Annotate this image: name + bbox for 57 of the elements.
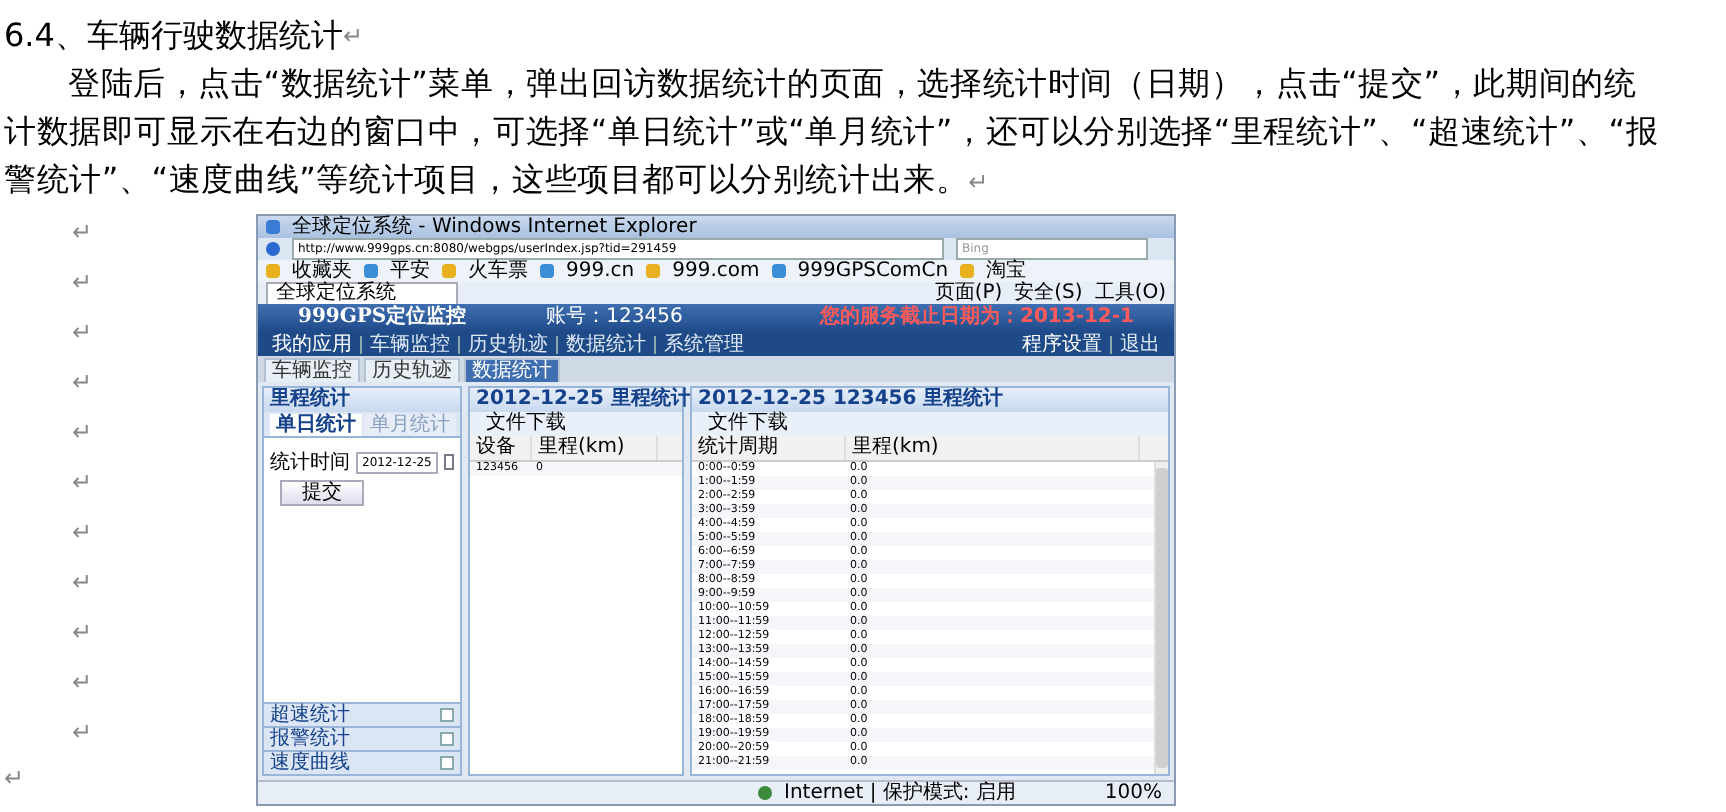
favorite-link[interactable]: 999.com xyxy=(672,260,760,282)
security-zone: Internet | 保护模式: 启用 xyxy=(784,782,1016,804)
collapsed-section[interactable]: 报警统计 xyxy=(264,726,460,750)
body-paragraph: 登陆后，点击“数据统计”菜单，弹出回访数据统计的页面，选择统计时间（日期），点击“提交”，此期间的统计数据即可显示在右边的窗口中，可选择“单日统计”或“单月统计”，还可以分别选择“里程统计”、“超速统计”、“报警统计”、“速度曲线”等统计项目，这些项目都可以分别统计出来。↵ xyxy=(4,62,1661,202)
download-link[interactable]: 文件下载 xyxy=(692,412,1168,436)
user-label: 账号：123456 xyxy=(546,304,683,332)
paragraph-mark: ↵ xyxy=(72,716,95,750)
scrollbar[interactable] xyxy=(1154,462,1168,774)
panel-header[interactable]: 里程统计 xyxy=(264,388,460,412)
paragraph-mark: ↵ xyxy=(72,466,95,500)
paragraph-mark: ↵ xyxy=(4,762,27,796)
command-menu[interactable]: 工具(O) xyxy=(1094,282,1166,304)
paragraph-mark: ↵ xyxy=(72,366,95,400)
column-header: 里程(km) xyxy=(532,436,658,460)
zoom-level[interactable]: 100% xyxy=(1104,782,1162,804)
expiry-notice: 您的服务截止日期为：2013-12-1 xyxy=(819,304,1134,332)
date-label: 统计时间 xyxy=(270,449,350,476)
app-title: 999GPS定位监控 xyxy=(298,304,467,332)
page-tab[interactable]: 车辆监控 xyxy=(264,358,360,382)
nav-link[interactable]: 历史轨迹 xyxy=(458,335,556,353)
paragraph-mark: ↵ xyxy=(72,616,95,650)
paragraph-mark: ↵ xyxy=(72,566,95,600)
download-link[interactable]: 文件下载 xyxy=(470,412,682,436)
column-header: 设备 xyxy=(470,436,532,460)
page-tab[interactable]: 历史轨迹 xyxy=(364,358,460,382)
browser-tab[interactable]: 全球定位系统 xyxy=(266,281,458,305)
favorite-link[interactable]: 999GPSComCn xyxy=(797,260,949,282)
paragraph-mark: ↵ xyxy=(72,216,95,250)
paragraph-mark: ↵ xyxy=(72,516,95,550)
window-title: 全球定位系统 - Windows Internet Explorer xyxy=(292,216,697,238)
column-header: 统计周期 xyxy=(692,436,846,460)
paragraph-mark: ↵ xyxy=(72,316,95,350)
submit-button[interactable]: 提交 xyxy=(280,480,364,506)
nav-link[interactable]: 程序设置 xyxy=(1014,335,1110,353)
collapsed-section[interactable]: 速度曲线 xyxy=(264,750,460,774)
page-tab[interactable]: 数据统计 xyxy=(464,358,560,382)
nav-link[interactable]: 我的应用 xyxy=(264,335,360,353)
favorite-link[interactable]: 平安 xyxy=(390,260,430,282)
nav-link[interactable]: 数据统计 xyxy=(556,335,654,353)
favorite-link[interactable]: 999.cn xyxy=(566,260,635,282)
paragraph-mark: ↵ xyxy=(72,416,95,450)
favorite-link[interactable]: 收藏夹 xyxy=(292,260,352,282)
favorite-link[interactable]: 火车票 xyxy=(468,260,528,282)
nav-link[interactable]: 退出 xyxy=(1110,335,1168,353)
command-menu[interactable]: 页面(P) xyxy=(934,282,1003,304)
section-heading: 6.4、车辆行驶数据统计 xyxy=(4,14,343,58)
sub-tab[interactable]: 单日统计 xyxy=(270,414,362,436)
collapsed-section[interactable]: 超速统计 xyxy=(264,702,460,726)
paragraph-mark: ↵ xyxy=(72,666,95,700)
nav-link[interactable]: 系统管理 xyxy=(654,335,752,353)
command-menu[interactable]: 安全(S) xyxy=(1014,282,1083,304)
paragraph-mark: ↵ xyxy=(72,266,95,300)
paragraph-mark: ↵ xyxy=(342,20,364,54)
favorite-link[interactable]: 淘宝 xyxy=(986,260,1027,282)
nav-link[interactable]: 车辆监控 xyxy=(360,335,458,353)
panel-header: 2012-12-25 123456 里程统计 xyxy=(692,388,1168,412)
column-header: 里程(km) xyxy=(846,436,1140,460)
